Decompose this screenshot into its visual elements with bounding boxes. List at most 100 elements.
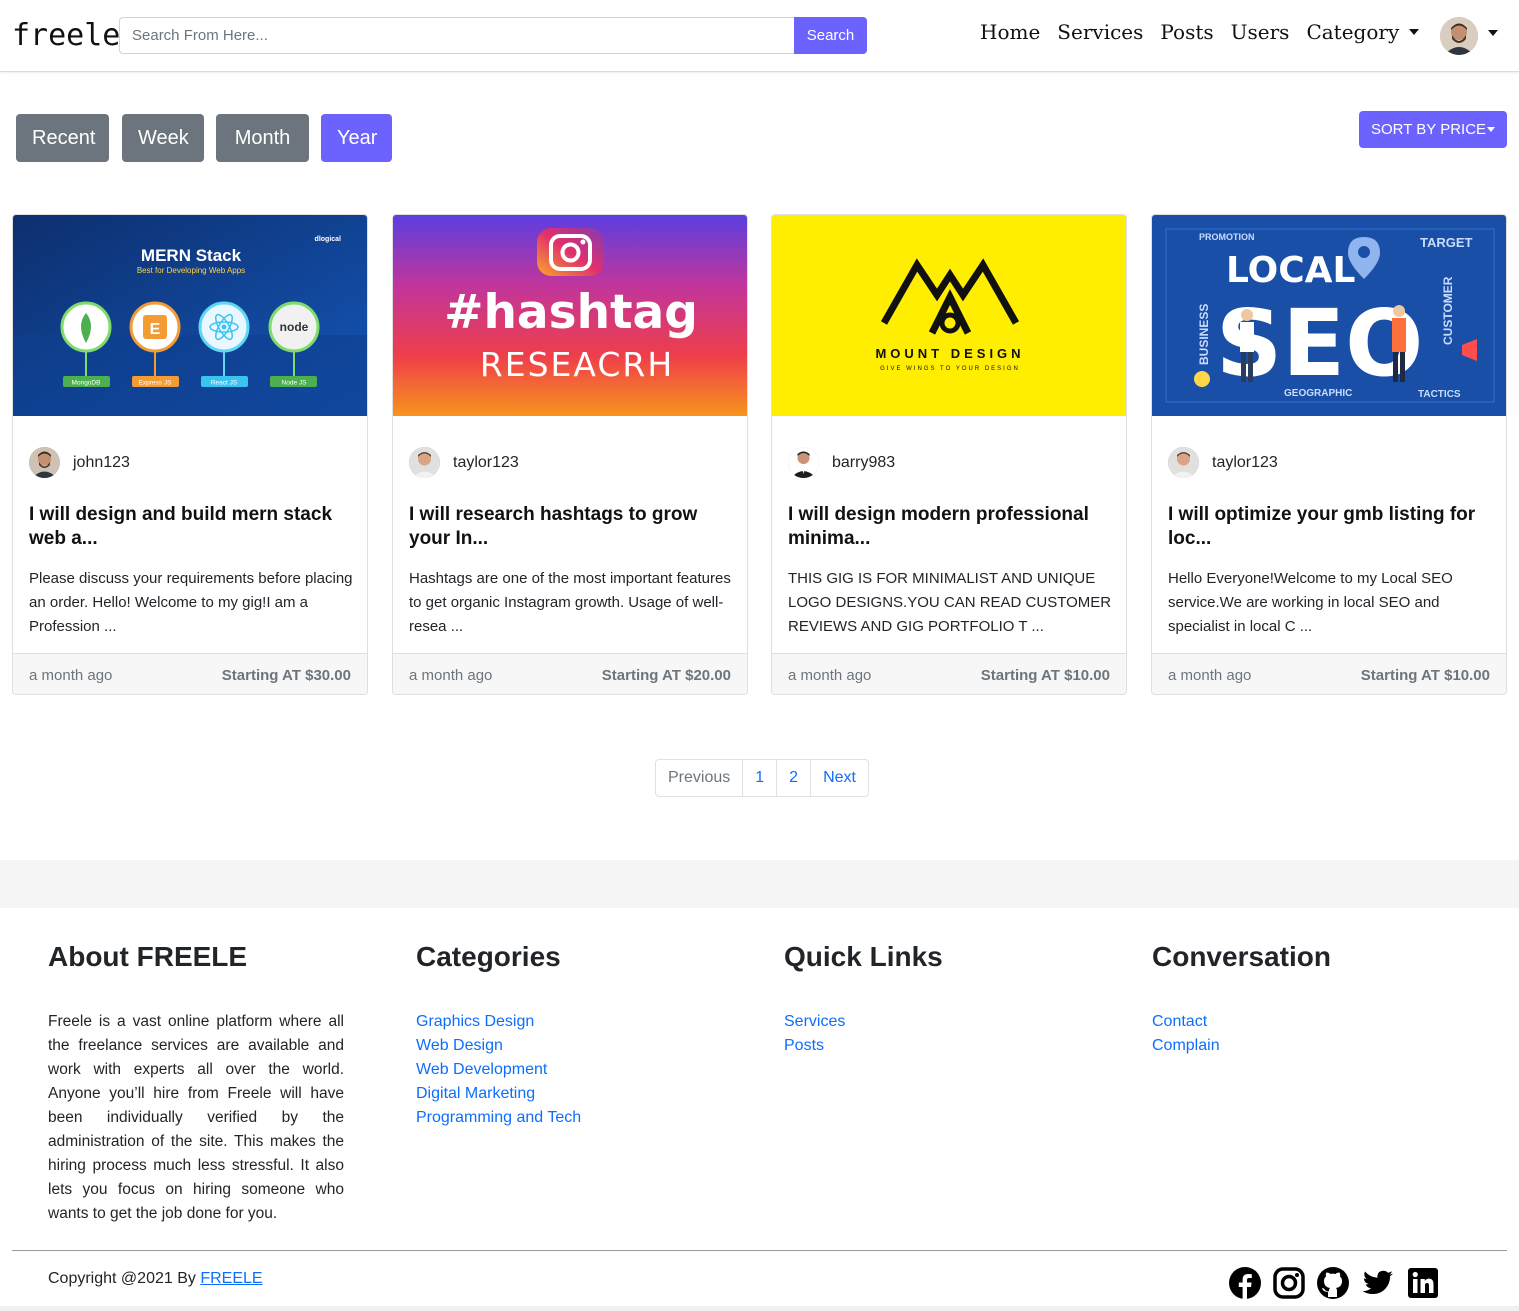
mern-subtitle-text: Best for Developing Web Apps [137,266,245,275]
svg-text:E: E [150,321,161,338]
card-timestamp: a month ago [409,667,493,684]
research-text: RESEACRH [480,345,674,384]
card-price: Starting AT $10.00 [980,667,1110,684]
sort-by-price-dropdown[interactable]: SORT BY PRICE [1359,111,1507,148]
card-timestamp: a month ago [29,667,113,684]
card-image-hashtag[interactable]: #hashtag RESEACRH [393,215,747,416]
copyright-link[interactable]: FREELE [200,1270,262,1287]
footer-conversation: Conversation Contact Complain [1152,940,1448,1058]
svg-text:GEOGRAPHIC: GEOGRAPHIC [1284,388,1352,399]
search-input[interactable] [119,17,795,54]
card-title[interactable]: I will design and build mern stack web a… [29,503,353,551]
pagination-page-1[interactable]: 1 [742,759,778,797]
svg-text:TARGET: TARGET [1420,235,1473,250]
github-icon[interactable] [1316,1266,1350,1300]
card-user[interactable]: john123 [29,447,130,478]
footer-link-web-development[interactable]: Web Development [416,1058,712,1082]
card-price: Starting AT $30.00 [221,667,351,684]
search-button[interactable]: Search [794,17,867,54]
card-title[interactable]: I will research hashtags to grow your In… [409,503,733,551]
chevron-down-icon[interactable] [1488,30,1498,36]
nav-category-dropdown[interactable]: Category [1306,20,1420,44]
linkedin-icon[interactable] [1406,1266,1440,1300]
footer-link-contact[interactable]: Contact [1152,1010,1448,1034]
mern-title-text: MERN Stack [141,246,242,265]
avatar [1168,447,1199,478]
card-description: Hashtags are one of the most important f… [409,570,731,635]
username[interactable]: taylor123 [453,454,519,472]
brand-logo[interactable]: freele [12,18,120,53]
nav-posts[interactable]: Posts [1160,20,1213,44]
pagination-next[interactable]: Next [810,759,869,797]
card-price: Starting AT $10.00 [1360,667,1490,684]
top-navbar: freele Search Home Services Posts Users … [0,0,1519,72]
footer-about-text: Freele is a vast online platform where a… [48,1013,344,1222]
avatar [29,447,60,478]
username[interactable]: taylor123 [1212,454,1278,472]
mount-design-text: MOUNT DESIGN [875,346,1024,361]
footer-conversation-title: Conversation [1152,941,1331,972]
card-footer: a month ago Starting AT $20.00 [393,653,747,694]
filter-month-button[interactable]: Month [216,114,309,162]
footer-link-posts[interactable]: Posts [784,1034,1080,1058]
footer-link-digital-marketing[interactable]: Digital Marketing [416,1082,712,1106]
filter-week-button[interactable]: Week [122,114,204,162]
card-image-mern[interactable]: MERN Stack Best for Developing Web Apps … [13,215,367,416]
nav-users[interactable]: Users [1231,20,1290,44]
service-card[interactable]: MOUNT DESIGN GIVE WINGS TO YOUR DESIGN b… [771,214,1127,695]
footer-link-graphics-design[interactable]: Graphics Design [416,1010,712,1034]
nav-services[interactable]: Services [1057,20,1143,44]
card-user[interactable]: taylor123 [409,447,519,478]
chevron-down-icon [1487,127,1495,132]
filter-recent-button[interactable]: Recent [16,114,109,162]
card-title[interactable]: I will optimize your gmb listing for loc… [1168,503,1492,551]
footer-divider-band [0,860,1519,908]
twitter-icon[interactable] [1361,1266,1395,1300]
card-user[interactable]: taylor123 [1168,447,1278,478]
card-description: THIS GIG IS FOR MINIMALIST AND UNIQUE LO… [788,570,1112,635]
card-image-local-seo[interactable]: PROMOTION TARGET LOCAL SEO BUSINESS CUST… [1152,215,1506,416]
card-footer: a month ago Starting AT $30.00 [13,653,367,694]
svg-text:Node JS: Node JS [282,380,308,387]
hashtag-text: #hashtag [444,285,698,340]
service-card[interactable]: MERN Stack Best for Developing Web Apps … [12,214,368,695]
footer-quick-title: Quick Links [784,941,943,972]
facebook-icon[interactable] [1228,1266,1262,1300]
service-card[interactable]: #hashtag RESEACRH taylor123 I will resea… [392,214,748,695]
card-price: Starting AT $20.00 [601,667,731,684]
svg-text:CUSTOMER: CUSTOMER [1441,276,1455,345]
footer-link-programming-tech[interactable]: Programming and Tech [416,1106,712,1130]
nav-category-label: Category [1306,20,1400,44]
svg-text:PROMOTION: PROMOTION [1199,232,1255,242]
nav-links: Home Services Posts Users Category [980,20,1436,44]
avatar[interactable] [1440,17,1478,55]
card-timestamp: a month ago [788,667,872,684]
username[interactable]: john123 [73,454,130,472]
user-avatar-icon [1440,17,1478,55]
footer-link-services[interactable]: Services [784,1010,1080,1034]
footer-about-title: About FREELE [48,941,248,972]
svg-text:MongoDB: MongoDB [72,380,101,387]
card-image-mount-design[interactable]: MOUNT DESIGN GIVE WINGS TO YOUR DESIGN [772,215,1126,416]
local-text: LOCAL [1226,250,1355,291]
nav-home[interactable]: Home [980,20,1040,44]
instagram-icon[interactable] [1272,1266,1306,1300]
bottom-strip [0,1306,1519,1311]
username[interactable]: barry983 [832,454,895,472]
footer-categories-title: Categories [416,941,561,972]
footer-link-web-design[interactable]: Web Design [416,1034,712,1058]
svg-text:TACTICS: TACTICS [1418,389,1461,400]
footer-link-complain[interactable]: Complain [1152,1034,1448,1058]
svg-text:React JS: React JS [211,380,238,387]
card-user[interactable]: barry983 [788,447,895,478]
pagination-previous[interactable]: Previous [655,759,744,797]
card-title[interactable]: I will design modern professional minima… [788,503,1112,551]
pagination-page-2[interactable]: 2 [776,759,812,797]
footer-categories: Categories Graphics Design Web Design We… [416,940,712,1130]
service-card[interactable]: PROMOTION TARGET LOCAL SEO BUSINESS CUST… [1151,214,1507,695]
filter-year-button[interactable]: Year [321,114,392,162]
avatar [788,447,819,478]
copyright-prefix: Copyright @2021 By [48,1270,201,1287]
svg-text:BUSINESS: BUSINESS [1197,304,1211,365]
svg-text:node: node [280,320,309,334]
